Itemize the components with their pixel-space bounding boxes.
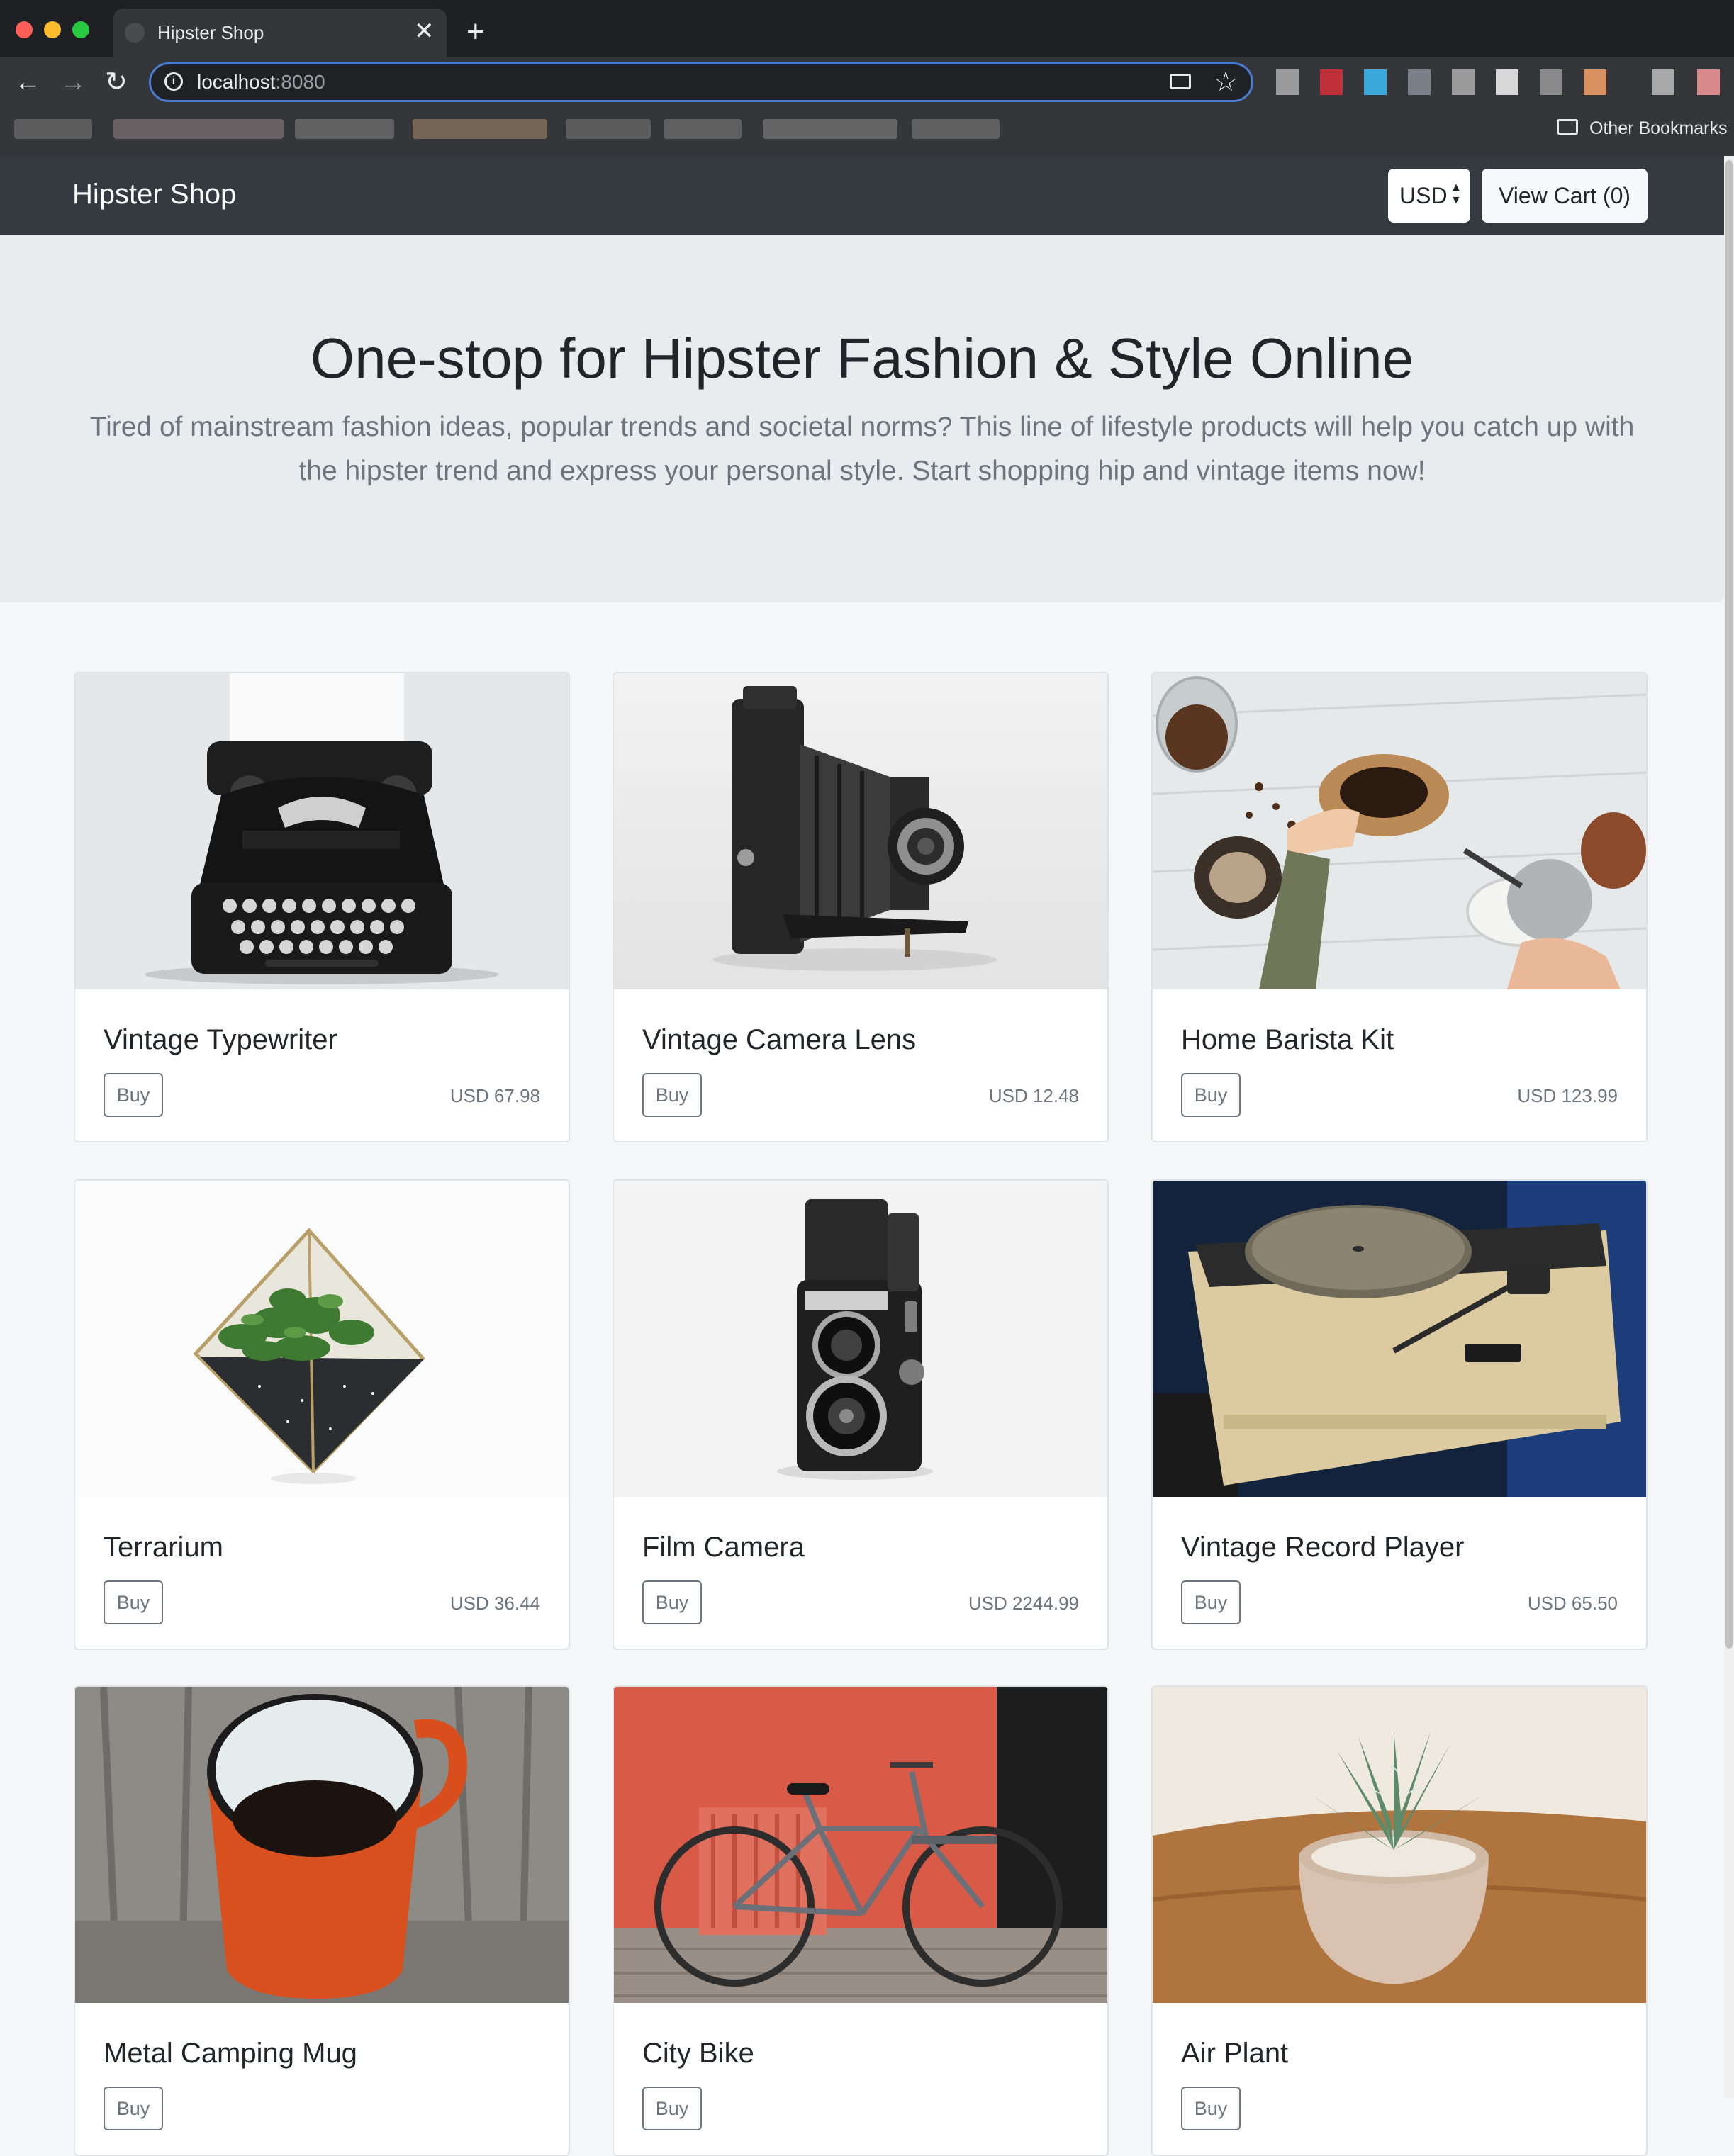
product-price: USD 12.48 <box>988 1085 1079 1106</box>
buy-button[interactable]: Buy <box>1181 1580 1241 1624</box>
bookmark-item[interactable] <box>413 119 547 139</box>
folder-icon <box>1557 119 1578 135</box>
maximize-window-button[interactable] <box>72 21 89 38</box>
buy-button[interactable]: Buy <box>104 1073 163 1117</box>
bookmark-item[interactable] <box>763 119 897 139</box>
bookmark-item[interactable] <box>664 119 742 139</box>
minimize-window-button[interactable] <box>44 21 61 38</box>
select-arrows-icon: ▲ ▼ <box>1450 181 1462 206</box>
scrollbar-thumb[interactable] <box>1725 160 1733 1649</box>
product-image[interactable] <box>614 673 1107 989</box>
product-card[interactable]: City Bike Buy <box>613 1685 1109 2156</box>
other-bookmarks[interactable]: Other Bookmarks <box>1589 116 1728 140</box>
product-image[interactable] <box>614 1181 1107 1497</box>
extension-icon[interactable] <box>1540 69 1562 95</box>
bookmark-item[interactable] <box>14 119 92 139</box>
bookmark-item[interactable] <box>912 119 1000 139</box>
new-tab-icon[interactable]: + <box>466 14 485 50</box>
product-image[interactable] <box>75 673 569 989</box>
extension-icon[interactable] <box>1652 69 1674 95</box>
bookmark-item[interactable] <box>566 119 651 139</box>
product-name[interactable]: Home Barista Kit <box>1181 1021 1394 1059</box>
product-name[interactable]: Film Camera <box>642 1528 805 1566</box>
product-card[interactable]: Metal Camping Mug Buy <box>74 1685 570 2156</box>
tab-title: Hipster Shop <box>157 22 264 43</box>
product-name[interactable]: City Bike <box>642 2034 754 2072</box>
product-price: USD 67.98 <box>449 1085 540 1106</box>
bookmark-item[interactable] <box>295 119 394 139</box>
extension-icon[interactable] <box>1452 69 1475 95</box>
product-card[interactable]: Vintage Camera Lens Buy USD 12.48 <box>613 672 1109 1142</box>
url-port: :8080 <box>275 71 325 93</box>
extension-icon[interactable] <box>1276 69 1299 95</box>
currency-value: USD <box>1399 183 1448 208</box>
view-cart-button[interactable]: View Cart (0) <box>1482 169 1648 223</box>
buy-button[interactable]: Buy <box>642 2087 702 2130</box>
product-name[interactable]: Metal Camping Mug <box>104 2034 357 2072</box>
reload-icon[interactable]: ↻ <box>105 65 128 99</box>
buy-button[interactable]: Buy <box>104 2087 163 2130</box>
extension-icon[interactable] <box>1320 69 1343 95</box>
product-image[interactable] <box>1153 1181 1646 1497</box>
product-image[interactable] <box>75 1181 569 1497</box>
brand-logo[interactable]: Hipster Shop <box>72 174 236 214</box>
extension-icon[interactable] <box>1697 69 1720 95</box>
product-image[interactable] <box>1153 673 1646 989</box>
extension-icon[interactable] <box>1408 69 1431 95</box>
product-image[interactable] <box>75 1687 569 2003</box>
product-price: USD 123.99 <box>1517 1085 1618 1106</box>
buy-button[interactable]: Buy <box>1181 1073 1241 1117</box>
product-card[interactable]: Terrarium Buy USD 36.44 <box>74 1179 570 1650</box>
hero-title: One-stop for Hipster Fashion & Style Onl… <box>310 327 1414 390</box>
bookmark-item[interactable] <box>113 119 284 139</box>
product-image[interactable] <box>614 1687 1107 2003</box>
buy-button[interactable]: Buy <box>1181 2087 1241 2130</box>
product-name[interactable]: Vintage Camera Lens <box>642 1021 916 1059</box>
product-image[interactable] <box>1153 1687 1646 2003</box>
product-price: USD 65.50 <box>1527 1593 1618 1614</box>
back-icon[interactable]: ← <box>14 65 41 99</box>
product-name[interactable]: Terrarium <box>104 1528 223 1566</box>
buy-button[interactable]: Buy <box>642 1073 702 1117</box>
info-icon[interactable]: i <box>164 72 183 91</box>
forward-icon[interactable]: → <box>60 65 86 99</box>
buy-button[interactable]: Buy <box>642 1580 702 1624</box>
tab-close-icon[interactable]: ✕ <box>414 18 435 44</box>
product-name[interactable]: Vintage Record Player <box>1181 1528 1465 1566</box>
product-price: USD 36.44 <box>449 1593 540 1614</box>
buy-button[interactable]: Buy <box>104 1580 163 1624</box>
product-name[interactable]: Air Plant <box>1181 2034 1288 2072</box>
close-window-button[interactable] <box>16 21 33 38</box>
hero-lead: Tired of mainstream fashion ideas, popul… <box>89 412 1635 486</box>
extension-icon[interactable] <box>1364 69 1387 95</box>
extension-icon[interactable] <box>1584 69 1606 95</box>
product-price: USD 2244.99 <box>968 1593 1079 1614</box>
url-host: localhost <box>197 71 276 93</box>
extension-icon[interactable] <box>1496 69 1518 95</box>
globe-icon <box>125 23 145 43</box>
product-card[interactable]: Air Plant Buy <box>1151 1685 1648 2156</box>
product-card[interactable]: Film Camera Buy USD 2244.99 <box>613 1179 1109 1650</box>
product-card[interactable]: Vintage Record Player Buy USD 65.50 <box>1151 1179 1648 1650</box>
product-name[interactable]: Vintage Typewriter <box>104 1021 337 1059</box>
url-text[interactable]: localhost:8080 <box>197 69 325 95</box>
cast-icon[interactable] <box>1170 74 1191 89</box>
product-card[interactable]: Vintage Typewriter Buy USD 67.98 <box>74 672 570 1142</box>
product-card[interactable]: Home Barista Kit Buy USD 123.99 <box>1151 672 1648 1142</box>
star-icon[interactable]: ☆ <box>1214 65 1238 99</box>
